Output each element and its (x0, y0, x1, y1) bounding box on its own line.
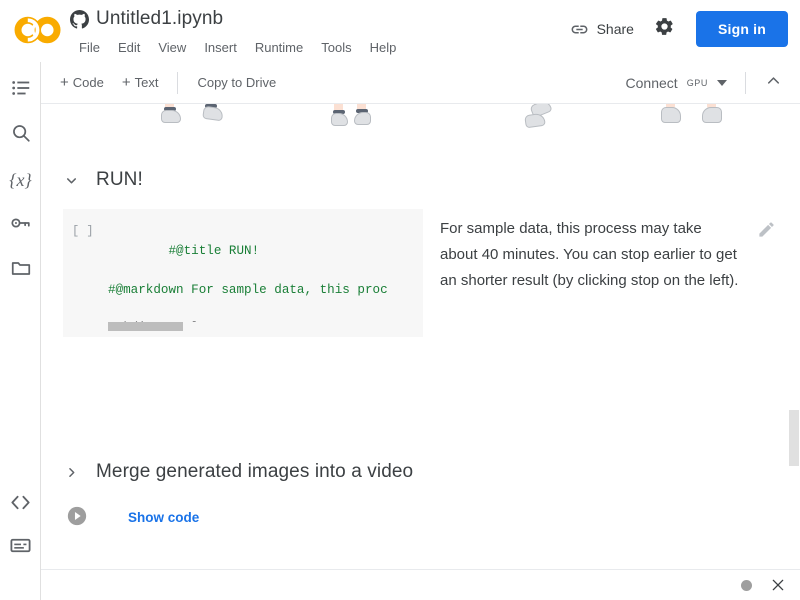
cell-execution-marker[interactable]: [ ] (72, 223, 94, 240)
chevron-up-icon (764, 71, 783, 95)
plus-icon: + (60, 74, 69, 91)
notebook-title-row[interactable]: Untitled1.ipynb (70, 7, 223, 31)
link-icon (570, 20, 589, 39)
sidebar-item-variables[interactable]: {x} (0, 160, 41, 200)
menu-runtime[interactable]: Runtime (246, 36, 312, 59)
settings-button[interactable] (648, 12, 682, 46)
header-actions: Share Sign in (560, 11, 788, 47)
sidebar-item-secrets[interactable] (0, 205, 41, 245)
menu-tools[interactable]: Tools (312, 36, 360, 59)
toolbar-divider (177, 71, 179, 94)
notebook-scroll-area: RUN! [ ] #@title RUN! #@markdown For sam… (41, 104, 800, 569)
sidebar-item-files[interactable] (0, 250, 41, 290)
menu-file[interactable]: File (70, 36, 109, 59)
add-text-label: Text (134, 75, 159, 90)
colab-window: Untitled1.ipynb File Edit View Insert Ru… (0, 0, 800, 600)
sidebar-item-terminal[interactable] (0, 528, 41, 568)
sidebar-item-code-snippets[interactable] (0, 485, 41, 525)
menu-view[interactable]: View (149, 36, 195, 59)
cell-form-description: For sample data, this process may take a… (440, 216, 740, 294)
copy-to-drive-button[interactable]: Copy to Drive (188, 69, 285, 96)
form-description-text: For sample data, this process may take a… (440, 220, 739, 289)
scrollbar-thumb[interactable] (108, 322, 183, 331)
terminal-icon (9, 534, 32, 562)
collapse-header-button[interactable] (756, 66, 790, 100)
share-button[interactable]: Share (560, 14, 644, 45)
share-label: Share (596, 21, 634, 37)
section-title-merge: Merge generated images into a video (96, 461, 414, 482)
close-icon[interactable] (770, 577, 786, 593)
notebook-toolbar: + Code + Text Copy to Drive Connect GPU (41, 62, 800, 104)
chevron-down-icon[interactable] (717, 79, 727, 86)
hidden-code-cell: Show code (63, 504, 199, 532)
menu-edit[interactable]: Edit (109, 36, 149, 59)
gear-icon (654, 16, 675, 42)
search-icon (10, 122, 32, 149)
chevron-right-icon[interactable] (63, 464, 79, 480)
variables-icon: {x} (9, 170, 32, 190)
play-circle-icon (66, 505, 88, 532)
toolbar-divider-2 (745, 71, 746, 94)
scrollbar-thumb[interactable] (789, 410, 799, 466)
section-title-run: RUN! (96, 169, 143, 190)
plus-icon: + (121, 74, 131, 91)
colab-logo (12, 14, 64, 46)
connect-button[interactable]: Connect GPU (618, 70, 735, 96)
sign-in-button[interactable]: Sign in (695, 11, 788, 47)
run-cell-button[interactable] (63, 504, 91, 532)
edit-cell-button[interactable] (755, 221, 777, 243)
code-brackets-icon (9, 491, 32, 519)
menu-bar: File Edit View Insert Runtime Tools Help (70, 36, 405, 59)
section-header-run[interactable]: RUN! (63, 168, 143, 192)
sidebar-item-find-and-replace[interactable] (0, 115, 41, 155)
pencil-icon (757, 220, 776, 244)
github-icon (70, 9, 89, 29)
add-code-label: Code (72, 75, 104, 90)
status-dot-icon[interactable] (741, 579, 752, 591)
gpu-badge: GPU (686, 77, 708, 88)
list-icon (10, 77, 32, 104)
connect-label: Connect (625, 74, 678, 91)
add-text-cell-button[interactable]: + Text (113, 69, 168, 96)
chevron-down-icon[interactable] (63, 172, 79, 188)
sidebar-item-table-of-contents[interactable] (0, 70, 41, 110)
page-title: Untitled1.ipynb (96, 8, 224, 29)
code-line: #@markdown For sample data, this proc (108, 282, 388, 297)
code-cell-horizontal-scrollbar[interactable] (108, 322, 423, 331)
notebook-vertical-scrollbar[interactable] (788, 104, 800, 569)
previous-cell-output-images (41, 104, 800, 140)
code-cell[interactable]: [ ] #@title RUN! #@markdown For sample d… (63, 209, 423, 337)
code-cell-source[interactable]: #@title RUN! #@markdown For sample data,… (108, 223, 423, 337)
menu-help[interactable]: Help (361, 36, 406, 59)
left-sidebar: {x} (0, 62, 41, 600)
section-header-merge[interactable]: Merge generated images into a video (63, 460, 413, 484)
folder-icon (10, 257, 32, 284)
menu-insert[interactable]: Insert (195, 36, 246, 59)
app-header: Untitled1.ipynb File Edit View Insert Ru… (0, 0, 800, 62)
key-icon (10, 212, 32, 239)
show-code-link[interactable]: Show code (128, 509, 199, 527)
code-line: #@title RUN! (168, 244, 260, 259)
add-code-cell-button[interactable]: + Code (51, 69, 113, 96)
bottom-status-bar (41, 569, 800, 600)
